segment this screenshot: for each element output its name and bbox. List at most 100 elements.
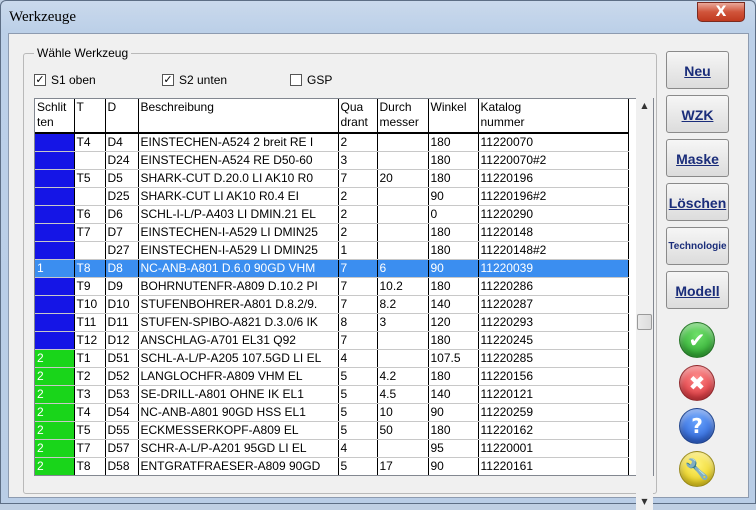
cell-q: 5	[338, 421, 378, 440]
cell-sl	[35, 151, 75, 170]
table-row[interactable]: 2 T2 D52 LANGLOCHFR-A809 VHM EL 5 4.2 180 11220…	[35, 367, 629, 386]
cell-q: 1	[338, 241, 378, 260]
tool-table[interactable]: Schlit ten T D Beschreibung Qua drant Durch m…	[34, 98, 654, 476]
cell-dm: 8.2	[377, 295, 429, 314]
cell-t: T8	[74, 457, 106, 475]
checkbox-s1-oben[interactable]: ✓ S1 oben	[34, 72, 96, 88]
cell-sl: 2	[35, 421, 75, 440]
table-row[interactable]: 1 T8 D8 NC-ANB-A801 D.6.0 90GD VHM 7 6 90 11220…	[35, 259, 629, 278]
cell-q: 2	[338, 133, 378, 152]
cell-d: D12	[105, 331, 139, 350]
cell-k: 11220156	[478, 367, 629, 386]
cell-q: 3	[338, 151, 378, 170]
cell-w: 180	[428, 277, 479, 296]
table-row[interactable]: 2 T8 D58 ENTGRATFRAESER-A809 90GD 5 17 90 11220…	[35, 457, 629, 475]
scroll-down-icon[interactable]: ▼	[636, 494, 653, 510]
cell-d: D10	[105, 295, 139, 314]
cell-w: 180	[428, 421, 479, 440]
column-header-w[interactable]: Winkel	[428, 99, 479, 134]
cell-t: T12	[74, 331, 106, 350]
cell-d: D27	[105, 241, 139, 260]
checkbox-s1-box[interactable]: ✓	[34, 74, 46, 86]
cell-d: D6	[105, 205, 139, 224]
wrench-icon[interactable]: 🔧	[679, 451, 715, 487]
cell-w: 180	[428, 331, 479, 350]
column-header-sl[interactable]: Schlit ten	[35, 99, 75, 134]
wzk-button[interactable]: WZK	[666, 95, 729, 133]
maske-button[interactable]: Maske	[666, 139, 729, 177]
table-row[interactable]: D27 EINSTECHEN-I-A529 LI DMIN25 1 180 112201…	[35, 241, 629, 260]
checkbox-s2-box[interactable]: ✓	[162, 74, 174, 86]
cell-q: 4	[338, 439, 378, 458]
checkbox-gsp-label: GSP	[307, 73, 333, 87]
cell-desc: EINSTECHEN-A524 2 breit RE I	[138, 133, 339, 152]
cell-w: 180	[428, 151, 479, 170]
table-row[interactable]: T6 D6 SCHL-I-L/P-A403 LI DMIN.21 EL 2 0 11220…	[35, 205, 629, 224]
cell-d: D54	[105, 403, 139, 422]
table-row[interactable]: T5 D5 SHARK-CUT D.20.0 LI AK10 R0 7 20 180 112…	[35, 169, 629, 188]
group-legend: Wähle Werkzeug	[34, 46, 132, 60]
cell-t: T7	[74, 439, 106, 458]
checkbox-gsp[interactable]: GSP	[290, 72, 332, 88]
cell-t: T4	[74, 403, 106, 422]
scroll-up-icon[interactable]: ▲	[636, 98, 653, 114]
loeschen-button[interactable]: Löschen	[666, 183, 729, 221]
cell-sl	[35, 331, 75, 350]
cell-q: 7	[338, 295, 378, 314]
table-row[interactable]: 2 T4 D54 NC-ANB-A801 90GD HSS EL1 5 10 90 11220…	[35, 403, 629, 422]
column-header-desc[interactable]: Beschreibung	[138, 99, 339, 134]
question-icon[interactable]: ?	[679, 408, 715, 444]
cell-k: 11220285	[478, 349, 629, 368]
column-header-k[interactable]: Katalog nummer	[478, 99, 629, 134]
scroll-thumb[interactable]	[637, 314, 652, 330]
cell-w: 0	[428, 205, 479, 224]
cell-d: D55	[105, 421, 139, 440]
title-bar[interactable]: Werkzeuge X	[1, 1, 755, 34]
table-row[interactable]: T12 D12 ANSCHLAG-A701 EL31 Q92 7 180 11220245	[35, 331, 629, 350]
column-header-t[interactable]: T	[74, 99, 106, 134]
cell-d: D51	[105, 349, 139, 368]
table-row[interactable]: 2 T1 D51 SCHL-A-L/P-A205 107.5GD LI EL 4 107.…	[35, 349, 629, 368]
cell-q: 7	[338, 169, 378, 188]
table-row[interactable]: T9 D9 BOHRNUTENFR-A809 D.10.2 PI 7 10.2 180 11…	[35, 277, 629, 296]
cell-t: T4	[74, 133, 106, 152]
column-header-q[interactable]: Qua drant	[338, 99, 378, 134]
werkzeuge-window: Werkzeuge X Wähle Werkzeug ✓ S1 oben ✓ S…	[0, 0, 756, 510]
cell-w: 140	[428, 295, 479, 314]
cell-q: 2	[338, 223, 378, 242]
vertical-scrollbar[interactable]: ▲ ▼	[636, 98, 653, 510]
neu-button[interactable]: Neu	[666, 51, 729, 89]
cell-q: 5	[338, 385, 378, 404]
column-header-d[interactable]: D	[105, 99, 139, 134]
cell-k: 11220162	[478, 421, 629, 440]
table-row[interactable]: 2 T5 D55 ECKMESSERKOPF-A809 EL 5 50 180 1122016…	[35, 421, 629, 440]
table-row[interactable]: D24 EINSTECHEN-A524 RE D50-60 3 180 11220070…	[35, 151, 629, 170]
cell-q: 5	[338, 457, 378, 475]
cell-q: 7	[338, 259, 378, 278]
table-row[interactable]: T7 D7 EINSTECHEN-I-A529 LI DMIN25 2 180 11220…	[35, 223, 629, 242]
cell-dm: 4.2	[377, 367, 429, 386]
column-header-dm[interactable]: Durch messer	[377, 99, 429, 134]
cell-desc: EINSTECHEN-I-A529 LI DMIN25	[138, 241, 339, 260]
cell-t: T6	[74, 205, 106, 224]
table-row[interactable]: T4 D4 EINSTECHEN-A524 2 breit RE I 2 180 1122…	[35, 133, 629, 152]
x-icon[interactable]: ✖	[679, 365, 715, 401]
dialog-body: Wähle Werkzeug ✓ S1 oben ✓ S2 unten GSP …	[8, 33, 749, 510]
table-row[interactable]: 2 T3 D53 SE-DRILL-A801 OHNE IK EL1 5 4.5 140 11…	[35, 385, 629, 404]
cell-k: 11220161	[478, 457, 629, 475]
close-button[interactable]: X	[697, 2, 745, 22]
checkmark-icon[interactable]: ✔	[679, 322, 715, 358]
table-row[interactable]: 2 T7 D57 SCHR-A-L/P-A201 95GD LI EL 4 95 11220…	[35, 439, 629, 458]
table-row[interactable]: D25 SHARK-CUT LI AK10 R0.4 EI 2 90 11220196#…	[35, 187, 629, 206]
cell-sl: 1	[35, 259, 75, 278]
checkbox-s2-unten[interactable]: ✓ S2 unten	[162, 72, 227, 88]
table-row[interactable]: T11 D11 STUFEN-SPIBO-A821 D.3.0/6 IK 8 3 120 1…	[35, 313, 629, 332]
cell-k: 11220148#2	[478, 241, 629, 260]
modell-button[interactable]: Modell	[666, 271, 729, 309]
checkbox-gsp-box[interactable]	[290, 74, 302, 86]
cell-k: 11220148	[478, 223, 629, 242]
technologie-button[interactable]: Technologie	[666, 227, 729, 265]
table-row[interactable]: T10 D10 STUFENBOHRER-A801 D.8.2/9. 7 8.2 140 1…	[35, 295, 629, 314]
cell-k: 11220259	[478, 403, 629, 422]
cell-t: T2	[74, 367, 106, 386]
